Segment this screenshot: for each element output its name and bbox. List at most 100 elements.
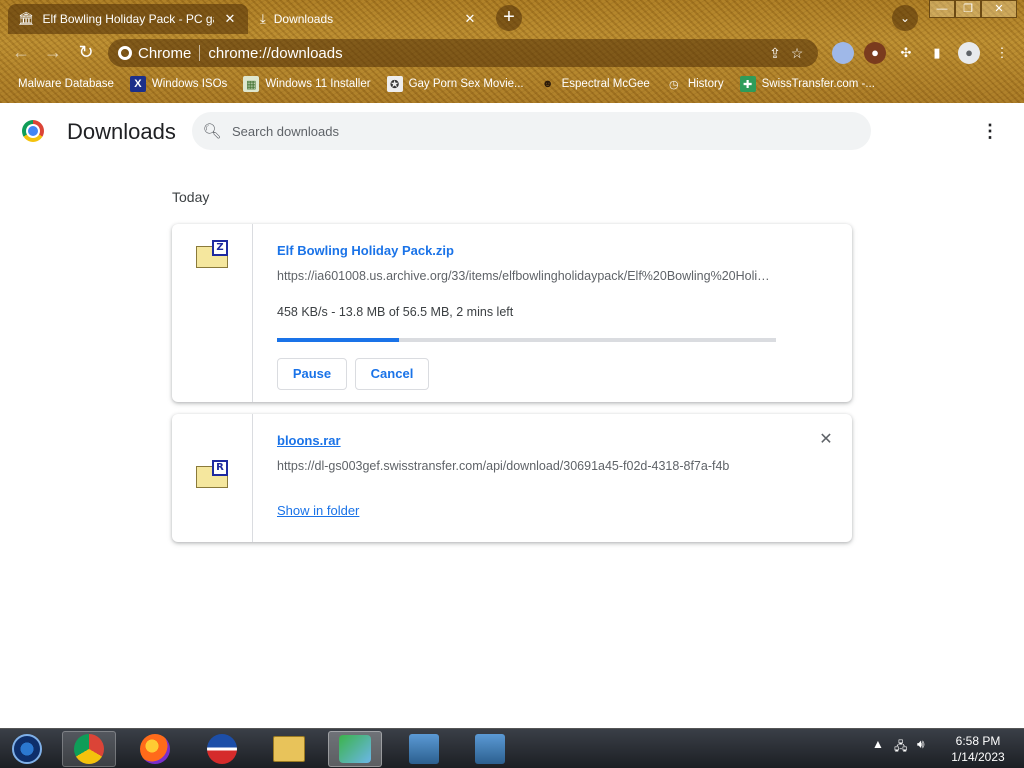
show-in-folder-link[interactable]: Show in folder — [277, 503, 359, 518]
chrome-logo-icon — [22, 120, 44, 142]
download-source-url: https://ia601008.us.archive.org/33/items… — [277, 269, 773, 283]
close-window-icon[interactable]: ✕ — [981, 0, 1017, 18]
show-hidden-icons[interactable]: ▲ — [872, 737, 884, 751]
mask-icon: ☻ — [541, 78, 554, 90]
extension-flag-icon[interactable] — [832, 42, 854, 64]
download-source-url: https://dl-gs003gef.swisstransfer.com/ap… — [277, 459, 730, 473]
x-icon: X — [129, 76, 146, 92]
downloads-header: Downloads 🔍︎ ⋮ — [0, 103, 1024, 159]
extensions-puzzle-icon[interactable]: ✣ — [895, 42, 917, 64]
bookmarks-bar: Malware Database X Windows ISOs ▦ Window… — [0, 70, 1024, 98]
download-item: Z Elf Bowling Holiday Pack.zip https://i… — [172, 224, 852, 402]
omnibox[interactable]: Chrome chrome://downloads ⇪ ☆ — [108, 39, 818, 67]
download-progress-fill — [277, 338, 399, 342]
taskbar-app-circle[interactable] — [195, 731, 249, 767]
download-status: 458 KB/s - 13.8 MB of 56.5 MB, 2 mins le… — [277, 305, 514, 319]
more-actions-icon[interactable]: ⋮ — [978, 119, 1002, 143]
users-icon — [339, 735, 371, 763]
search-input[interactable] — [232, 123, 871, 139]
system-clock[interactable]: 6:58 PM 1/14/2023 — [940, 733, 1016, 765]
page-title: Downloads — [67, 119, 176, 144]
bookmark-label: History — [687, 78, 724, 90]
taskbar-firefox[interactable] — [128, 731, 182, 767]
site-icon: ✪ — [386, 76, 403, 92]
tab-title: Downloads — [273, 12, 334, 26]
download-icon-column: Z — [172, 224, 253, 402]
reload-icon[interactable]: ↻ — [73, 39, 99, 65]
download-file-name[interactable]: bloons.rar — [277, 433, 341, 448]
new-tab-button[interactable]: + — [496, 5, 522, 31]
firefox-icon — [140, 734, 170, 764]
bookmark-label: Malware Database — [18, 78, 114, 90]
date-section-label: Today — [172, 189, 210, 205]
taskbar-setup-app-1[interactable] — [397, 731, 451, 767]
remove-from-list-icon[interactable]: ✕ — [818, 432, 834, 448]
forward-icon[interactable]: → — [40, 39, 66, 65]
image-icon: ▦ — [243, 76, 260, 92]
bookmark-label: SwissTransfer.com -... — [761, 78, 875, 90]
download-item: R bloons.rar https://dl-gs003gef.swisstr… — [172, 414, 852, 542]
side-panel-icon[interactable]: ▮ — [926, 42, 948, 64]
taskbar-users-app[interactable] — [328, 731, 382, 767]
restore-icon[interactable]: ❐ — [955, 0, 981, 18]
zip-file-icon: Z — [196, 240, 228, 268]
omnibox-url[interactable]: chrome://downloads — [208, 45, 764, 62]
network-icon[interactable]: 🖧 — [894, 737, 907, 758]
file-type-badge: R — [212, 460, 228, 476]
search-bar[interactable]: 🔍︎ — [192, 112, 871, 150]
tab-downloads[interactable]: ⤓ Downloads ✕ — [250, 4, 488, 34]
tab-search-chevron-icon[interactable]: ⌄ — [892, 5, 918, 31]
bookmark-swisstransfer[interactable]: ✚ SwissTransfer.com -... — [739, 76, 875, 92]
swiss-icon: ✚ — [739, 76, 756, 92]
omnibox-divider — [199, 45, 201, 61]
bookmark-star-icon[interactable]: ☆ — [786, 45, 808, 62]
clock-time: 6:58 PM — [955, 734, 1001, 748]
installer-icon — [475, 734, 505, 764]
bookmark-label: Espectral McGee — [561, 78, 650, 90]
bookmark-label: Gay Porn Sex Movie... — [408, 78, 524, 90]
windows-start-icon — [12, 734, 42, 764]
bookmark-history[interactable]: ◷ History — [666, 76, 724, 92]
taskbar-chrome[interactable] — [62, 731, 116, 767]
start-button[interactable] — [0, 731, 54, 767]
taskbar-file-explorer[interactable] — [262, 731, 316, 767]
archive-icon: 🏛 — [18, 11, 35, 26]
taskbar-setup-app-2[interactable] — [463, 731, 517, 767]
tab-strip: 🏛 Elf Bowling Holiday Pack - PC gam ✕ ⤓ … — [0, 0, 1024, 36]
chrome-icon — [118, 46, 132, 60]
download-icon-column: R — [172, 414, 253, 542]
volume-icon[interactable]: 🔊︎ — [917, 737, 925, 752]
file-type-badge: Z — [212, 240, 228, 256]
site-label: Chrome — [138, 44, 192, 62]
clock-date: 1/14/2023 — [951, 750, 1005, 764]
bookmark-windows-isos[interactable]: X Windows ISOs — [129, 76, 228, 92]
profile-icon[interactable]: ● — [958, 42, 980, 64]
share-icon[interactable]: ⇪ — [764, 45, 786, 62]
taskbar: ▲ 🖧 🔊︎ 6:58 PM 1/14/2023 — [0, 728, 1024, 768]
download-icon: ⤓ — [260, 11, 266, 26]
tab-close-icon[interactable]: ✕ — [222, 11, 238, 27]
back-icon[interactable]: ← — [8, 39, 34, 65]
tab-close-icon[interactable]: ✕ — [462, 11, 478, 27]
bookmark-label: Windows 11 Installer — [265, 78, 371, 90]
bookmark-windows-11-installer[interactable]: ▦ Windows 11 Installer — [243, 76, 371, 92]
cancel-button[interactable]: Cancel — [355, 358, 429, 390]
download-progress-bar — [277, 338, 776, 342]
tab-elf-bowling[interactable]: 🏛 Elf Bowling Holiday Pack - PC gam ✕ — [8, 4, 248, 34]
site-chip[interactable]: Chrome — [118, 45, 191, 62]
installer-icon — [409, 734, 439, 764]
extension-avatar-icon[interactable]: ● — [864, 42, 886, 64]
bookmark-site[interactable]: ✪ Gay Porn Sex Movie... — [386, 76, 524, 92]
browser-frame: 🏛 Elf Bowling Holiday Pack - PC gam ✕ ⤓ … — [0, 0, 1024, 103]
circle-logo-icon — [207, 734, 237, 764]
browser-menu-icon[interactable]: ⋮ — [991, 42, 1013, 64]
minimize-icon[interactable]: — — [929, 0, 955, 18]
bookmark-espectral-mcgee[interactable]: ☻ Espectral McGee — [540, 76, 650, 92]
toolbar: ← → ↻ Chrome chrome://downloads ⇪ ☆ ● ✣ … — [0, 36, 1024, 68]
tab-title: Elf Bowling Holiday Pack - PC gam — [42, 12, 214, 26]
pause-button[interactable]: Pause — [277, 358, 347, 390]
bookmark-label: Windows ISOs — [151, 78, 228, 90]
download-file-name[interactable]: Elf Bowling Holiday Pack.zip — [277, 243, 454, 258]
bookmark-malware-database[interactable]: Malware Database — [18, 78, 114, 90]
chrome-icon — [74, 734, 104, 764]
